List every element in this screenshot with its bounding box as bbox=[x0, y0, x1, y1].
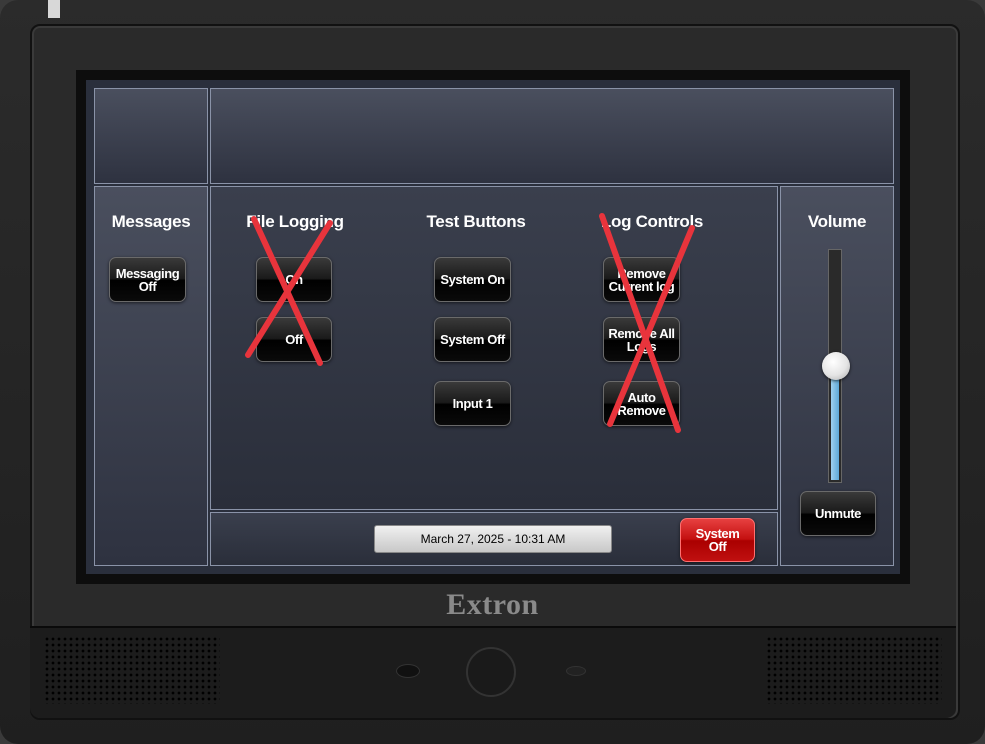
remove-current-log-button[interactable]: Remove Current log bbox=[603, 257, 680, 302]
messaging-off-button[interactable]: Messaging Off bbox=[109, 257, 186, 302]
input-1-label: Input 1 bbox=[452, 396, 493, 411]
device-tab bbox=[48, 0, 60, 18]
datetime-display: March 27, 2025 - 10:31 AM bbox=[374, 525, 612, 553]
file-logging-on-button[interactable]: On bbox=[256, 257, 332, 302]
log-controls-heading: Log Controls bbox=[600, 212, 704, 231]
messaging-off-label: Messaging Off bbox=[115, 265, 180, 294]
system-off-button[interactable]: System Off bbox=[680, 518, 755, 562]
camera-icon bbox=[466, 647, 516, 697]
system-off-label: System Off bbox=[695, 526, 740, 554]
file-logging-heading: File Logging bbox=[246, 212, 344, 231]
file-logging-off-label: Off bbox=[285, 332, 303, 347]
ambient-sensor bbox=[396, 664, 420, 678]
file-logging-off-button[interactable]: Off bbox=[256, 317, 332, 362]
led-indicator bbox=[566, 666, 586, 676]
unmute-button[interactable]: Unmute bbox=[800, 491, 876, 536]
system-off-test-label: System Off bbox=[440, 332, 505, 347]
auto-remove-button[interactable]: Auto Remove bbox=[603, 381, 680, 426]
system-off-test-button[interactable]: System Off bbox=[434, 317, 511, 362]
right-speaker-grille bbox=[766, 636, 942, 704]
messages-heading: Messages bbox=[111, 212, 191, 231]
volume-slider-handle[interactable] bbox=[822, 352, 850, 380]
file-logging-on-label: On bbox=[285, 272, 303, 287]
messages-panel bbox=[94, 186, 208, 566]
volume-heading: Volume bbox=[807, 212, 867, 231]
volume-slider-fill bbox=[831, 365, 839, 480]
top-banner-panel bbox=[210, 88, 894, 184]
top-left-panel bbox=[94, 88, 208, 184]
remove-current-log-label: Remove Current log bbox=[608, 265, 675, 294]
input-1-button[interactable]: Input 1 bbox=[434, 381, 511, 426]
brand-logo: Extron bbox=[446, 588, 539, 621]
remove-all-logs-button[interactable]: Remove All Logs bbox=[603, 317, 680, 362]
system-on-label: System On bbox=[440, 272, 505, 287]
test-buttons-heading: Test Buttons bbox=[426, 212, 526, 231]
left-speaker-grille bbox=[44, 636, 220, 704]
auto-remove-label: Auto Remove bbox=[617, 389, 666, 418]
remove-all-logs-label: Remove All Logs bbox=[608, 325, 675, 354]
unmute-label: Unmute bbox=[815, 506, 861, 521]
system-on-button[interactable]: System On bbox=[434, 257, 511, 302]
